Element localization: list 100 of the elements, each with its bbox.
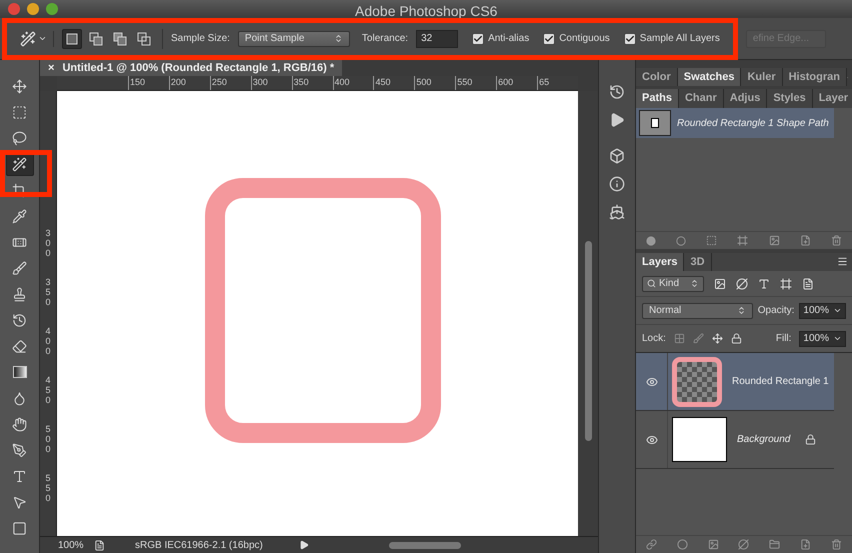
lock-transparency-icon [674, 333, 685, 344]
ruler-label: 450 [46, 376, 50, 407]
document-tab[interactable]: × Untitled-1 @ 100% (Rounded Rectangle 1, RGB/16) * [40, 60, 342, 76]
ruler-label: 550 [455, 76, 496, 90]
ruler-label: 450 [373, 76, 414, 90]
checkbox[interactable]: Sample All Layers [624, 31, 720, 46]
tool-preset-picker[interactable] [20, 30, 54, 46]
fill-field[interactable]: 100% [799, 330, 846, 346]
ruler-label: 300 [46, 229, 50, 260]
panel-tab[interactable]: Histogran [782, 68, 847, 86]
layer-name: Background [737, 433, 790, 447]
zoom-level: 100% [57, 538, 85, 552]
panel-tab[interactable]: Swatches [678, 68, 742, 86]
ruler-label: 150 [128, 76, 169, 90]
sample-size-select[interactable]: Point Sample [238, 30, 350, 46]
ruler-label: 500 [46, 425, 50, 456]
fill-label: Fill: [776, 332, 792, 346]
minimize-window-button[interactable] [27, 3, 39, 15]
layer-thumbnail [672, 417, 727, 462]
window-title: Adobe Photoshop CS6 [355, 2, 498, 21]
add-selection-icon [89, 32, 103, 46]
panel-tab[interactable]: Paths [636, 89, 679, 108]
hand-icon [12, 416, 27, 432]
ruler-label: 400 [332, 76, 374, 90]
play-icon [609, 112, 625, 128]
history-brush-icon [12, 312, 27, 328]
lock-label: Lock: [642, 332, 666, 346]
tolerance-label: Tolerance: [362, 32, 408, 46]
ruler-label: 65 [537, 76, 578, 90]
info-icon [609, 176, 625, 192]
adjustment-icon [738, 539, 750, 550]
new-selection-icon [65, 32, 79, 46]
updown-icon [334, 34, 343, 43]
ruler-label: 250 [210, 76, 251, 90]
cube-icon [609, 148, 625, 164]
brush-icon [12, 260, 27, 276]
caret-icon [38, 34, 47, 43]
updown-icon [690, 279, 699, 288]
layer-row[interactable]: Rounded Rectangle 1 [636, 353, 834, 411]
adjustment-filter-icon [736, 278, 748, 290]
ruler-label: 300 [250, 76, 292, 90]
filter-select[interactable]: Kind [642, 276, 704, 292]
mask-icon [708, 539, 719, 550]
fill-path-icon [646, 236, 656, 246]
visibility-eye-icon[interactable] [646, 434, 658, 446]
panel-tab[interactable]: Color [636, 68, 678, 86]
path-name: Rounded Rectangle 1 Shape Path [677, 116, 829, 130]
check-icon [544, 34, 554, 44]
new-path-icon [800, 235, 811, 246]
stamp-icon [12, 286, 27, 302]
selection-icon [706, 235, 718, 246]
trash-icon [830, 235, 842, 246]
blend-mode-select[interactable]: Normal [642, 302, 753, 318]
ruler-label: 500 [414, 76, 456, 90]
close-tab-button[interactable]: × [48, 60, 54, 76]
checkbox[interactable]: Contiguous [543, 31, 610, 46]
checkbox[interactable]: Anti-alias [472, 31, 530, 46]
selection-mode-button[interactable] [62, 28, 82, 48]
new-layer-icon [800, 539, 812, 550]
updown-icon [736, 306, 746, 315]
tolerance-field[interactable]: 32 [416, 30, 458, 48]
layer-thumbnail [672, 356, 722, 406]
subtract-selection-icon [113, 32, 127, 46]
folder-icon [769, 539, 780, 550]
effects-icon [676, 539, 688, 550]
mask-icon [768, 235, 780, 246]
ruler-label: 400 [46, 327, 50, 358]
ruler-label: 350 [46, 278, 50, 309]
layer-name: Rounded Rectangle 1 [732, 375, 829, 389]
link-icon [646, 539, 657, 550]
path-row[interactable]: Rounded Rectangle 1 Shape Path [636, 108, 834, 138]
pen-icon [12, 442, 27, 458]
lasso-icon [12, 130, 27, 146]
panel-tab[interactable]: Kuler [741, 68, 783, 86]
type-icon [12, 468, 27, 484]
scroll-thumb[interactable] [389, 542, 461, 548]
type-filter-icon [758, 278, 770, 290]
close-window-button[interactable] [8, 3, 20, 15]
caret-icon [833, 306, 842, 315]
scroll-thumb[interactable] [584, 241, 592, 441]
sample-size-label: Sample Size: [171, 32, 230, 46]
stroke-path-icon [676, 236, 686, 246]
zoom-window-button[interactable] [46, 3, 58, 15]
lock-position-icon [712, 333, 723, 344]
visibility-eye-icon[interactable] [646, 376, 658, 388]
check-icon [624, 34, 635, 44]
opacity-field[interactable]: 100% [799, 302, 846, 318]
rounded-square-icon [12, 520, 27, 536]
layer-row[interactable]: Background [636, 411, 834, 469]
intersect-selection-icon [137, 32, 151, 46]
ruler-label: 550 [46, 474, 50, 505]
document-icon [94, 540, 105, 550]
play-icon [299, 540, 309, 550]
shape-filter-icon [780, 278, 792, 290]
opacity-label: Opacity: [758, 304, 794, 318]
path-thumbnail [639, 110, 671, 136]
check-icon [473, 34, 484, 44]
panel-tab[interactable]: Layers [636, 253, 684, 271]
search-icon [647, 279, 656, 288]
droplet-icon [12, 390, 27, 406]
